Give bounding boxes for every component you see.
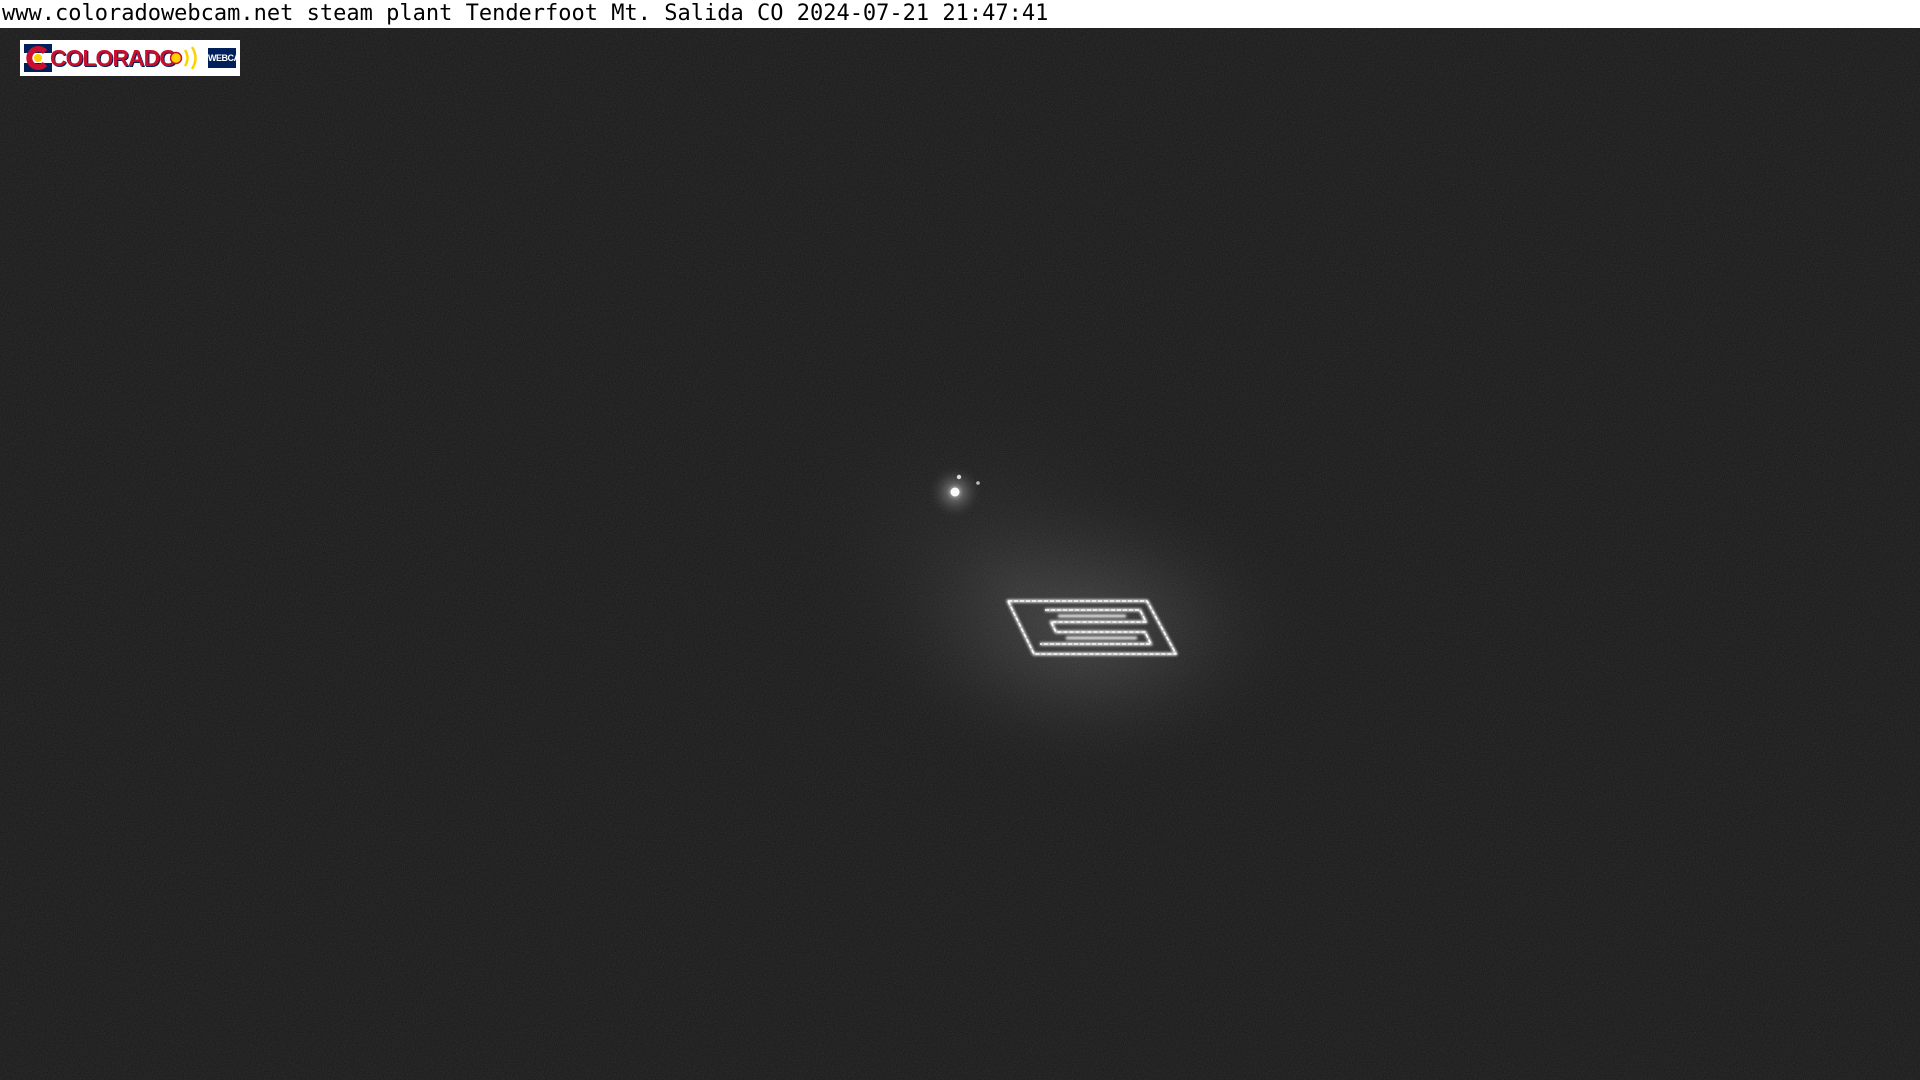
logo-webcam-badge: WEBCAM (208, 48, 236, 68)
caption-bar: www.coloradowebcam.net steam plant Tende… (0, 0, 1920, 28)
sensor-noise (0, 28, 1920, 1080)
colorado-webcam-logo: COLORADO WEBCAM (20, 40, 240, 76)
logo-wordmark: COLORADO (50, 45, 177, 71)
broadcast-waves-icon (170, 46, 197, 70)
webcam-frame: www.coloradowebcam.net steam plant Tende… (0, 0, 1920, 1080)
night-scene (0, 28, 1920, 1080)
colorado-flag-c-icon (24, 44, 52, 72)
caption-text: www.coloradowebcam.net steam plant Tende… (2, 1, 1049, 26)
